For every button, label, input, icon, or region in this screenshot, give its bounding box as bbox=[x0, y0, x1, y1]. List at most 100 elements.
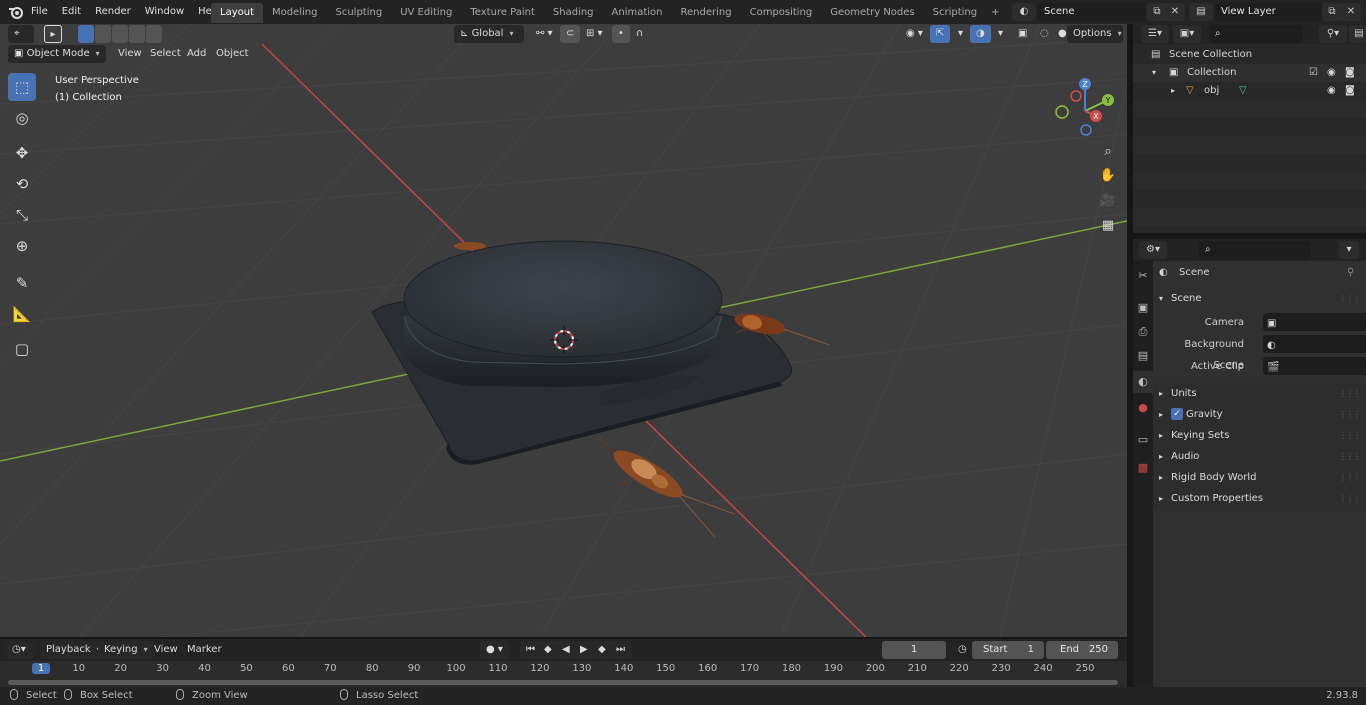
start-frame-field[interactable]: Start 1 bbox=[972, 641, 1044, 659]
pivot-point-icon[interactable]: ⚯ ▾ bbox=[530, 25, 559, 43]
tab-sculpting[interactable]: Sculpting bbox=[327, 3, 392, 23]
snap-target-icon[interactable]: ⊞ ▾ bbox=[580, 25, 609, 43]
add-workspace-button[interactable]: + bbox=[986, 3, 1004, 23]
tab-layout[interactable]: Layout bbox=[211, 3, 263, 23]
transform-tool-icon[interactable]: ⊕ bbox=[8, 232, 36, 260]
properties-editor[interactable]: ⚙▾ ⌕ ▾ ✂ ▣ ⎙ ▤ ◐ ● ▭ ▩ ◐ Scene ⚲ ▾ Scene… bbox=[1133, 239, 1366, 687]
gizmo-toggle-icon[interactable]: ⇱ bbox=[930, 25, 951, 43]
scale-tool-icon[interactable]: ⤡ bbox=[8, 201, 36, 229]
editor-type-dropdown[interactable]: ⌖ bbox=[8, 25, 34, 43]
gizmo-dropdown-icon[interactable]: ▾ bbox=[952, 25, 969, 43]
keying-sets-panel[interactable]: ▸ Keying Sets ⋮⋮⋮ bbox=[1153, 425, 1366, 446]
rigid-body-world-panel[interactable]: ▸ Rigid Body World ⋮⋮⋮ bbox=[1153, 467, 1366, 488]
select-box-tool-icon[interactable]: ⬚ bbox=[8, 73, 36, 101]
timeline-ruler[interactable]: 1 10 20 30 40 50 60 70 80 90 100 110 120 130 140 150 160… bbox=[0, 661, 1127, 679]
view-layer-selector-icon[interactable]: ▤ bbox=[1189, 3, 1213, 21]
play-reverse-icon[interactable]: ◀ bbox=[556, 641, 576, 659]
tab-modeling[interactable]: Modeling bbox=[263, 3, 327, 23]
visibility-toggle-icon[interactable]: ◉ ▾ bbox=[900, 25, 929, 43]
menu-file[interactable]: File bbox=[24, 0, 55, 24]
select-subtract-icon[interactable] bbox=[112, 25, 128, 43]
tab-animation[interactable]: Animation bbox=[603, 3, 672, 23]
record-button[interactable]: ● ▾ bbox=[480, 641, 509, 659]
current-frame-field[interactable]: 1 bbox=[882, 641, 946, 659]
outliner[interactable]: ☰▾ ▣▾ ⌕ ⚲▾ ▤ ▤ Scene Collection ▾ ▣ Coll… bbox=[1133, 24, 1366, 233]
outliner-editor-type-icon[interactable]: ☰▾ bbox=[1141, 25, 1169, 43]
tool-tab-icon[interactable]: ✂ bbox=[1133, 265, 1153, 287]
scene-section-header[interactable]: ▾ Scene ⋮⋮⋮ bbox=[1153, 288, 1366, 309]
stopwatch-icon[interactable]: ◷ bbox=[952, 641, 973, 659]
timeline-scrollbar[interactable] bbox=[8, 680, 1118, 685]
keying-menu[interactable]: Keying ▾ bbox=[98, 641, 154, 659]
snap-toggle-icon[interactable]: ⊂ bbox=[560, 25, 581, 43]
new-scene-icon[interactable]: ⧉ bbox=[1147, 3, 1167, 21]
outliner-row-scene-collection[interactable]: ▤ Scene Collection bbox=[1133, 46, 1366, 64]
display-mode-icon[interactable]: ▣▾ bbox=[1173, 25, 1201, 43]
output-tab-icon[interactable]: ⎙ bbox=[1133, 321, 1153, 343]
camera-view-icon[interactable]: 🎥 bbox=[1097, 190, 1119, 212]
pin-icon[interactable]: ⚲ bbox=[1347, 262, 1354, 283]
playback-menu[interactable]: Playback▾ bbox=[40, 641, 107, 659]
view-layer-tab-icon[interactable]: ▤ bbox=[1133, 345, 1153, 367]
select-new-icon[interactable] bbox=[78, 25, 94, 43]
measure-tool-icon[interactable]: 📐 bbox=[8, 300, 36, 328]
zoom-icon[interactable]: ⌕ bbox=[1097, 141, 1119, 163]
expand-arrow-icon[interactable]: ▾ bbox=[1152, 64, 1156, 82]
object-mode-dropdown[interactable]: ▣ Object Mode ▾ bbox=[8, 45, 106, 63]
new-collection-icon[interactable]: ▤ bbox=[1349, 25, 1366, 43]
navigation-gizmo[interactable]: Y X Z bbox=[1050, 76, 1120, 146]
play-icon[interactable]: ▶ bbox=[574, 641, 594, 659]
background-scene-field[interactable]: ◐ bbox=[1263, 335, 1366, 353]
filter-icon[interactable]: ⚲▾ bbox=[1319, 25, 1347, 43]
marker-menu[interactable]: Marker bbox=[181, 641, 228, 659]
timeline-view-menu[interactable]: View bbox=[148, 641, 184, 659]
menu-render[interactable]: Render bbox=[88, 0, 138, 24]
gravity-checkbox[interactable]: ✓ bbox=[1171, 408, 1183, 420]
collection-tab-icon[interactable]: ▭ bbox=[1133, 429, 1153, 451]
eye-icon[interactable]: ◉ bbox=[1327, 64, 1336, 82]
tab-geometry-nodes[interactable]: Geometry Nodes bbox=[821, 3, 923, 23]
custom-properties-panel[interactable]: ▸ Custom Properties ⋮⋮⋮ bbox=[1153, 488, 1366, 509]
world-tab-icon[interactable]: ● bbox=[1133, 397, 1153, 419]
proportional-editing-icon[interactable]: • bbox=[612, 25, 630, 43]
menu-window[interactable]: Window bbox=[138, 0, 191, 24]
menu-edit[interactable]: Edit bbox=[55, 0, 88, 24]
outliner-row-collection[interactable]: ▾ ▣ Collection ☑ ◉ ◙ bbox=[1133, 64, 1366, 82]
overlay-toggle-icon[interactable]: ◑ bbox=[970, 25, 991, 43]
tab-uv-editing[interactable]: UV Editing bbox=[391, 3, 461, 23]
delete-view-layer-icon[interactable]: ✕ bbox=[1341, 3, 1361, 21]
pan-hand-icon[interactable]: ✋ bbox=[1097, 165, 1119, 187]
jump-next-keyframe-icon[interactable]: ◆ bbox=[592, 641, 612, 659]
eye-icon[interactable]: ◉ bbox=[1327, 82, 1336, 100]
gravity-panel[interactable]: ▸ ✓ Gravity ⋮⋮⋮ bbox=[1153, 404, 1366, 425]
expand-arrow-icon[interactable]: ▸ bbox=[1171, 82, 1175, 100]
xray-toggle-icon[interactable]: ▣ bbox=[1012, 25, 1033, 43]
drag-grip-icon[interactable]: ⋮⋮⋮ bbox=[1339, 425, 1361, 446]
tab-rendering[interactable]: Rendering bbox=[672, 3, 741, 23]
menu-object[interactable]: Object bbox=[210, 45, 255, 63]
properties-search-field[interactable]: ⌕ bbox=[1199, 241, 1311, 259]
menu-add[interactable]: Add bbox=[181, 45, 212, 63]
scene-tab-icon[interactable]: ◐ bbox=[1133, 371, 1153, 393]
render-camera-icon[interactable]: ◙ bbox=[1345, 82, 1355, 100]
properties-options-icon[interactable]: ▾ bbox=[1339, 241, 1359, 259]
overlay-dropdown-icon[interactable]: ▾ bbox=[992, 25, 1009, 43]
render-camera-icon[interactable]: ◙ bbox=[1345, 64, 1355, 82]
cursor-tool-icon[interactable]: ◎ bbox=[8, 104, 36, 132]
tab-texture-paint[interactable]: Texture Paint bbox=[461, 3, 544, 23]
jump-prev-keyframe-icon[interactable]: ◆ bbox=[538, 641, 558, 659]
audio-panel[interactable]: ▸ Audio ⋮⋮⋮ bbox=[1153, 446, 1366, 467]
units-panel[interactable]: ▸ Units ⋮⋮⋮ bbox=[1153, 383, 1366, 404]
transform-orientation-dropdown[interactable]: ⊾ Global ▾ bbox=[454, 25, 524, 43]
drag-grip-icon[interactable]: ⋮⋮⋮ bbox=[1339, 488, 1361, 509]
scene-selector-icon[interactable]: ◐ bbox=[1012, 3, 1036, 21]
3d-viewport[interactable]: ⌖ ▸ ⊾ Global ▾ ⚯ ▾ ⊂ ⊞ ▾ • ∩ ◉ ▾ ⇱ ▾ ◑ ▾ … bbox=[0, 24, 1127, 637]
blender-logo-icon[interactable] bbox=[8, 4, 24, 20]
annotate-tool-icon[interactable]: ✎ bbox=[8, 269, 36, 297]
drag-grip-icon[interactable]: ⋮⋮⋮ bbox=[1339, 467, 1361, 488]
drag-grip-icon[interactable]: ⋮⋮⋮ bbox=[1339, 404, 1361, 425]
jump-end-icon[interactable]: ⏭ bbox=[610, 641, 631, 659]
drag-grip-icon[interactable]: ⋮⋮⋮ bbox=[1339, 383, 1361, 404]
active-clip-field[interactable]: 🎬 bbox=[1263, 357, 1366, 375]
scene-name-field[interactable]: Scene bbox=[1038, 3, 1146, 21]
